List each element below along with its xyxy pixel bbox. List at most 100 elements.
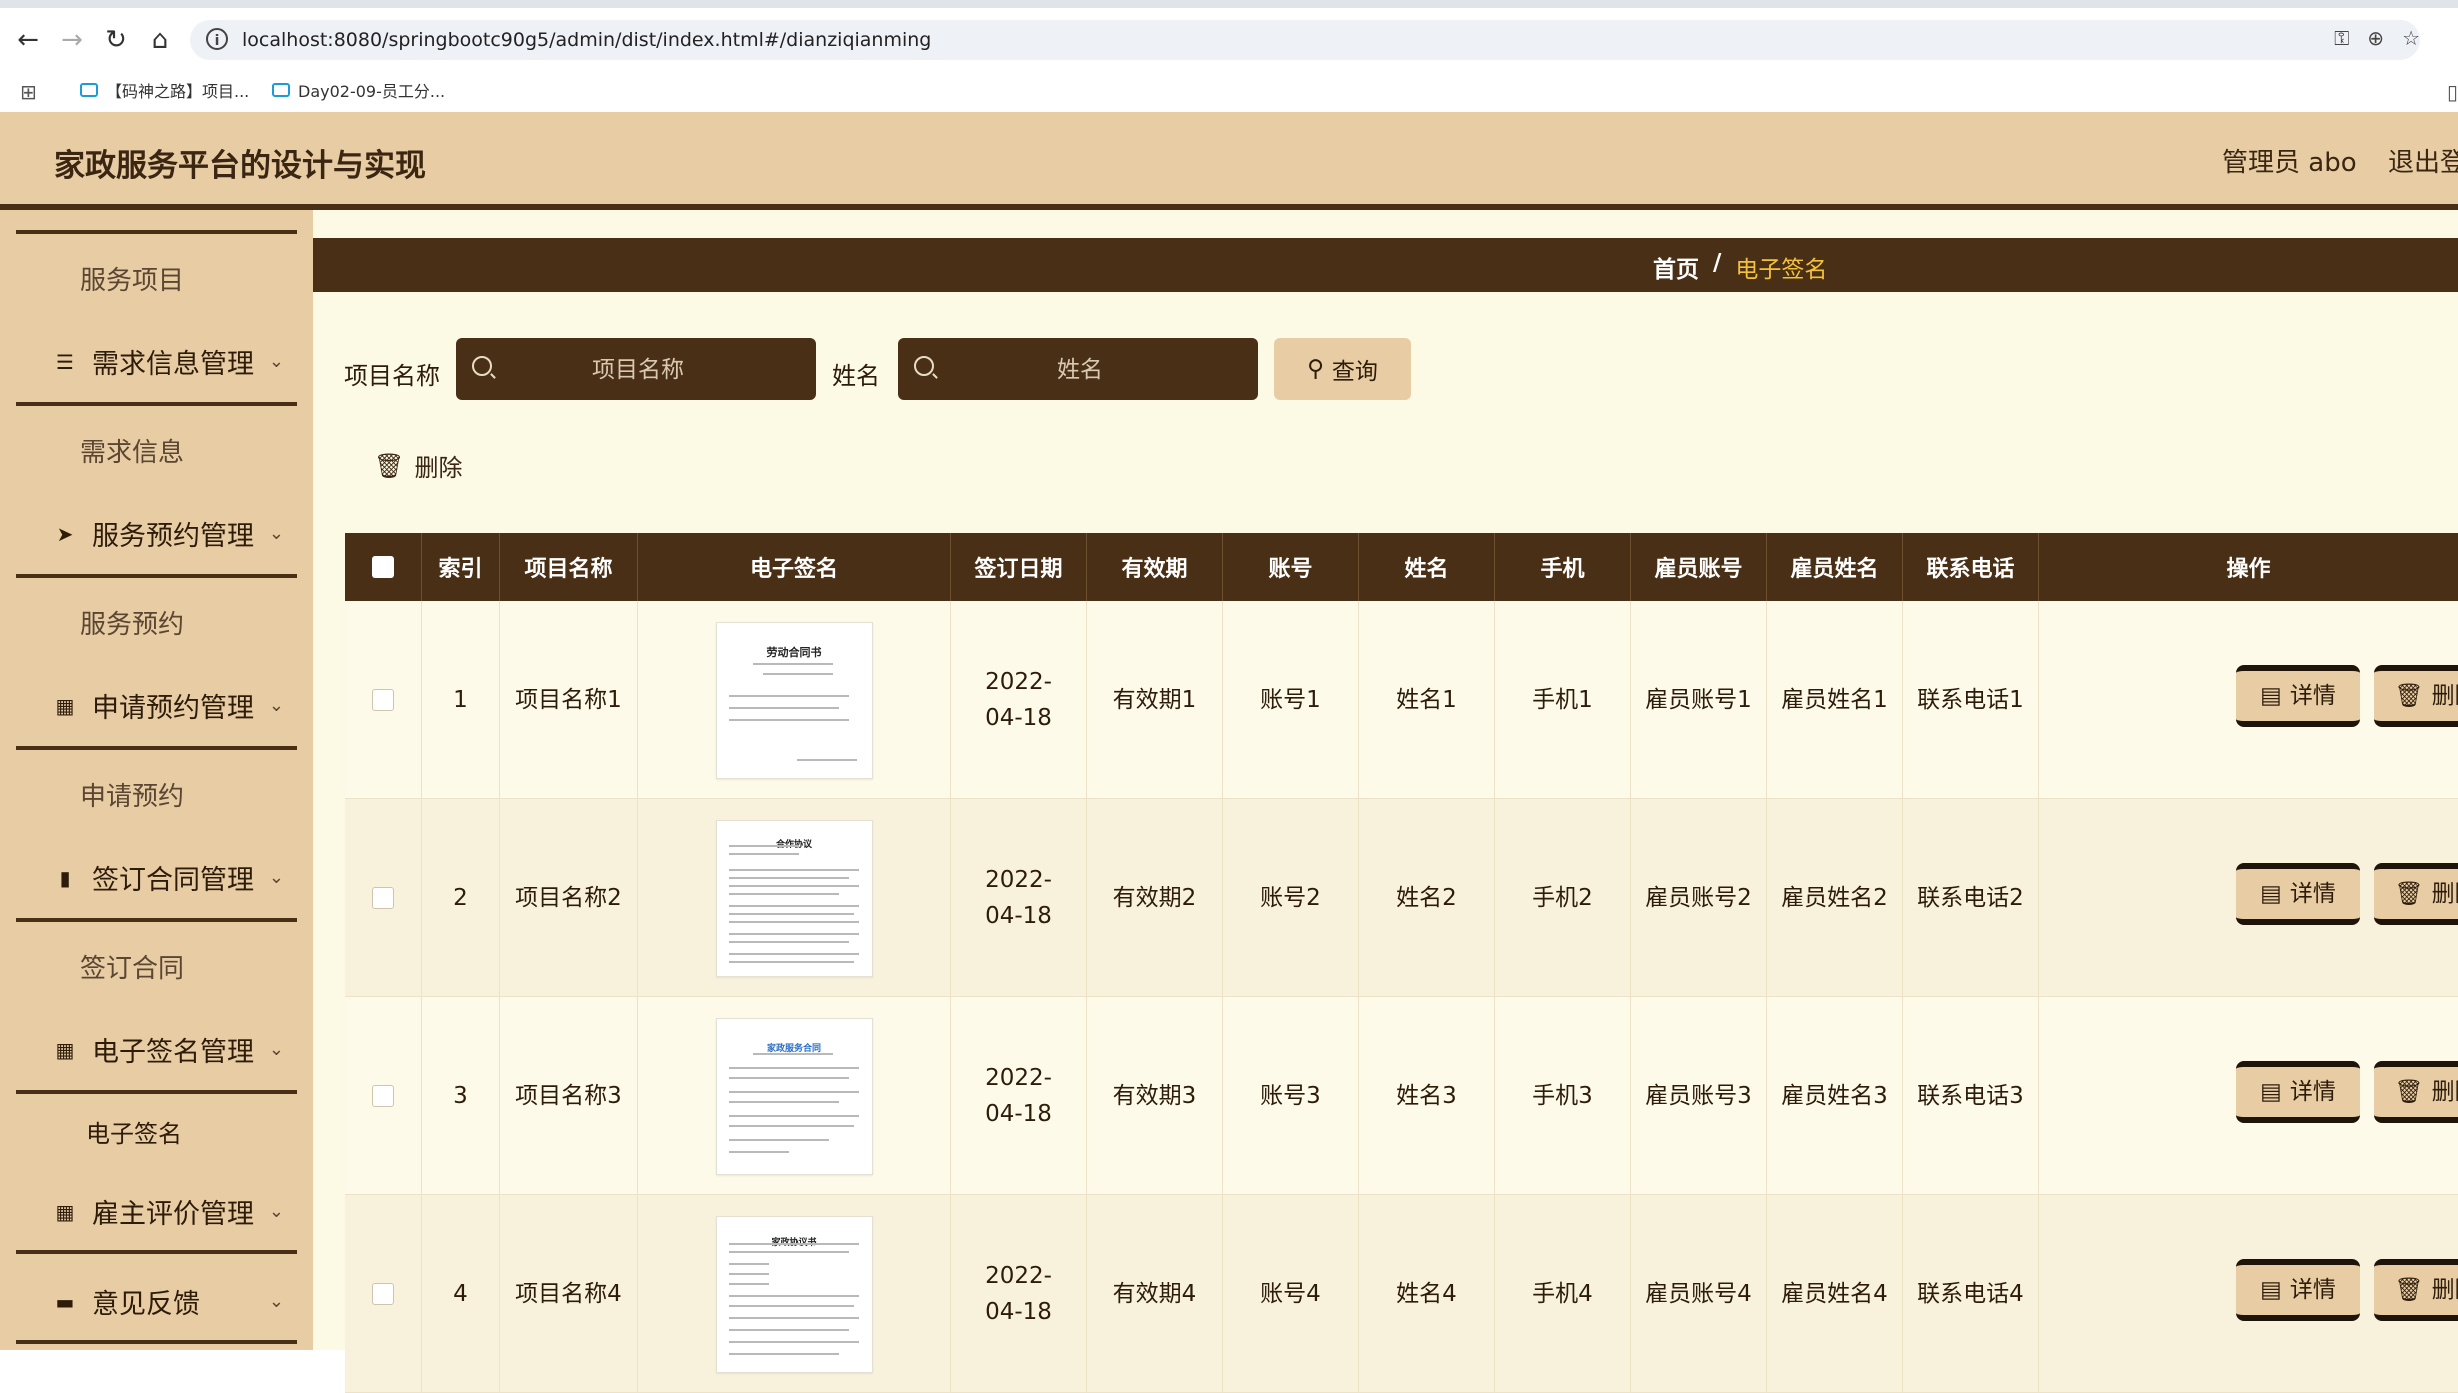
back-icon[interactable]: ← bbox=[12, 24, 44, 56]
cell-phone: 手机4 bbox=[1495, 1195, 1631, 1393]
name-search[interactable] bbox=[898, 338, 1258, 402]
home-icon[interactable]: ⌂ bbox=[144, 24, 176, 56]
app-header: 家政服务平台的设计与实现 管理员 abo 退出登 bbox=[0, 112, 2458, 210]
logout-link[interactable]: 退出登 bbox=[2388, 142, 2458, 179]
sidebar-group-contract[interactable]: ▮ 签订合同管理 ⌄ bbox=[54, 858, 284, 897]
sidebar-group-esign[interactable]: ▦ 电子签名管理 ⌄ bbox=[54, 1030, 284, 1069]
row-checkbox[interactable] bbox=[372, 689, 394, 711]
esign-thumbnail[interactable]: 合作协议 bbox=[715, 819, 873, 977]
sidebar-group-apply-booking[interactable]: ▦ 申请预约管理 ⌄ bbox=[54, 686, 284, 725]
cell-project: 项目名称1 bbox=[500, 601, 638, 799]
bookmark-1[interactable]: 【码神之路】项目... bbox=[80, 78, 249, 102]
sidebar-item-esign[interactable]: 电子签名 bbox=[86, 1114, 182, 1149]
esign-thumbnail[interactable]: 家政服务合同 bbox=[715, 1017, 873, 1175]
sidebar-item-service-project[interactable]: 服务项目 bbox=[80, 260, 184, 297]
sidebar-divider bbox=[16, 1250, 297, 1254]
site-info-icon[interactable]: i bbox=[206, 28, 228, 50]
cell-contact: 联系电话1 bbox=[1903, 601, 2039, 799]
project-name-search[interactable] bbox=[456, 338, 816, 402]
cell-contact: 联系电话2 bbox=[1903, 799, 2039, 997]
cell-emp-name: 雇员姓名1 bbox=[1767, 601, 1903, 799]
row-checkbox[interactable] bbox=[372, 1085, 394, 1107]
col-name: 姓名 bbox=[1359, 533, 1495, 601]
browser-toolbar: ← → ↻ ⌂ i localhost:8080/springbootc90g5… bbox=[0, 8, 2458, 72]
delete-button[interactable]: 🗑删除 bbox=[2374, 863, 2458, 925]
send-icon: ➤ bbox=[56, 521, 74, 546]
sidebar-divider bbox=[16, 402, 297, 406]
bookmark-2[interactable]: Day02-09-员工分... bbox=[272, 78, 445, 102]
select-all-cell bbox=[345, 533, 422, 601]
url-text[interactable]: localhost:8080/springbootc90g5/admin/dis… bbox=[242, 29, 931, 51]
esign-thumbnail[interactable]: 家政协议书 bbox=[715, 1215, 873, 1373]
cell-date: 2022-04-18 bbox=[951, 799, 1087, 997]
select-all-checkbox[interactable] bbox=[372, 556, 394, 578]
sidebar-group-employer-review[interactable]: ▦ 雇主评价管理 ⌄ bbox=[54, 1192, 284, 1231]
project-name-input[interactable] bbox=[506, 338, 770, 402]
query-button[interactable]: ⚲ 查询 bbox=[1274, 338, 1411, 400]
trash-icon: 🗑 bbox=[374, 451, 405, 480]
star-icon[interactable]: ☆ bbox=[2402, 26, 2420, 50]
col-project: 项目名称 bbox=[500, 533, 638, 601]
sidebar-group-service-booking[interactable]: ➤ 服务预约管理 ⌄ bbox=[54, 514, 284, 553]
document-icon: ▤ bbox=[2260, 881, 2282, 907]
zoom-icon[interactable]: ⊕ bbox=[2367, 26, 2384, 50]
chevron-down-icon: ⌄ bbox=[268, 695, 284, 716]
bookmark-folder-icon[interactable]: ▯ bbox=[2447, 80, 2458, 104]
address-bar[interactable]: i localhost:8080/springbootc90g5/admin/d… bbox=[190, 20, 2420, 60]
cell-emp-account: 雇员账号3 bbox=[1631, 997, 1767, 1195]
book-icon: ▮ bbox=[59, 865, 71, 890]
forward-icon[interactable]: → bbox=[56, 24, 88, 56]
cell-account: 账号1 bbox=[1223, 601, 1359, 799]
name-input[interactable] bbox=[948, 338, 1212, 402]
detail-button[interactable]: ▤ 详情 bbox=[2236, 1259, 2360, 1321]
project-name-label: 项目名称 bbox=[344, 362, 440, 390]
col-account: 账号 bbox=[1223, 533, 1359, 601]
browser-top-strip bbox=[0, 0, 2458, 8]
cell-index: 1 bbox=[422, 601, 500, 799]
table-row: 1 项目名称1 劳动合同书 2022-04-18 有效期1 账号1 姓名1 手机… bbox=[345, 601, 2458, 799]
sidebar-item-service-booking[interactable]: 服务预约 bbox=[80, 604, 184, 641]
cell-emp-name: 雇员姓名4 bbox=[1767, 1195, 1903, 1393]
apps-grid-icon[interactable]: ⊞ bbox=[20, 80, 37, 104]
list-icon: ☰ bbox=[56, 349, 74, 374]
sidebar-divider bbox=[16, 574, 297, 578]
sidebar-item-contract[interactable]: 签订合同 bbox=[80, 948, 184, 985]
table-row: 2 项目名称2 合作协议 2022-04-18 有效期2 账号2 bbox=[345, 799, 2458, 997]
table-row: 3 项目名称3 家政服务合同 2022-04-18 有效期3 账号3 姓名3 手… bbox=[345, 997, 2458, 1195]
cell-validity: 有效期4 bbox=[1087, 1195, 1223, 1393]
esign-thumbnail[interactable]: 劳动合同书 bbox=[715, 621, 873, 779]
sidebar-item-demand-info[interactable]: 需求信息 bbox=[80, 432, 184, 469]
breadcrumb-separator: / bbox=[1713, 250, 1722, 276]
cell-contact: 联系电话3 bbox=[1903, 997, 2039, 1195]
delete-button[interactable]: 🗑删除 bbox=[2374, 1061, 2458, 1123]
sidebar-group-demand[interactable]: ☰ 需求信息管理 ⌄ bbox=[54, 342, 284, 381]
detail-button[interactable]: ▤ 详情 bbox=[2236, 665, 2360, 727]
detail-button[interactable]: ▤ 详情 bbox=[2236, 1061, 2360, 1123]
cell-project: 项目名称4 bbox=[500, 1195, 638, 1393]
key-icon[interactable]: ⚿ bbox=[2334, 26, 2349, 50]
cell-actions: ▤详情 🗑删除 bbox=[2039, 799, 2458, 997]
sidebar: 服务项目 ☰ 需求信息管理 ⌄ 需求信息 ➤ 服务预约管理 ⌄ 服务预约 ▦ 申… bbox=[0, 210, 313, 1350]
row-checkbox[interactable] bbox=[372, 1283, 394, 1305]
table-row: 4 项目名称4 家政协议书 2022-04-18 有效期4 账号4 姓名4 手机… bbox=[345, 1195, 2458, 1393]
batch-delete-button[interactable]: 🗑 删除 bbox=[374, 448, 462, 483]
chevron-down-icon: ⌄ bbox=[268, 1291, 284, 1312]
col-emp-account: 雇员账号 bbox=[1631, 533, 1767, 601]
cell-actions: ▤详情 🗑删除 bbox=[2039, 601, 2458, 799]
bookmarks-bar: ⊞ 【码神之路】项目... Day02-09-员工分... ▯ bbox=[0, 72, 2458, 112]
cell-validity: 有效期2 bbox=[1087, 799, 1223, 997]
reload-icon[interactable]: ↻ bbox=[100, 24, 132, 56]
delete-button[interactable]: 🗑删除 bbox=[2374, 665, 2458, 727]
row-checkbox[interactable] bbox=[372, 887, 394, 909]
cell-contact: 联系电话4 bbox=[1903, 1195, 2039, 1393]
cell-name: 姓名3 bbox=[1359, 997, 1495, 1195]
cell-account: 账号4 bbox=[1223, 1195, 1359, 1393]
grid-icon: ▦ bbox=[55, 693, 75, 718]
sidebar-item-apply-booking[interactable]: 申请预约 bbox=[80, 776, 184, 813]
detail-button[interactable]: ▤ 详情 bbox=[2236, 863, 2360, 925]
search-icon bbox=[472, 356, 492, 376]
delete-button[interactable]: 🗑删除 bbox=[2374, 1259, 2458, 1321]
sidebar-group-feedback[interactable]: ▬ 意见反馈 ⌄ bbox=[54, 1282, 284, 1321]
breadcrumb-home[interactable]: 首页 bbox=[1653, 250, 1699, 284]
col-emp-name: 雇员姓名 bbox=[1767, 533, 1903, 601]
